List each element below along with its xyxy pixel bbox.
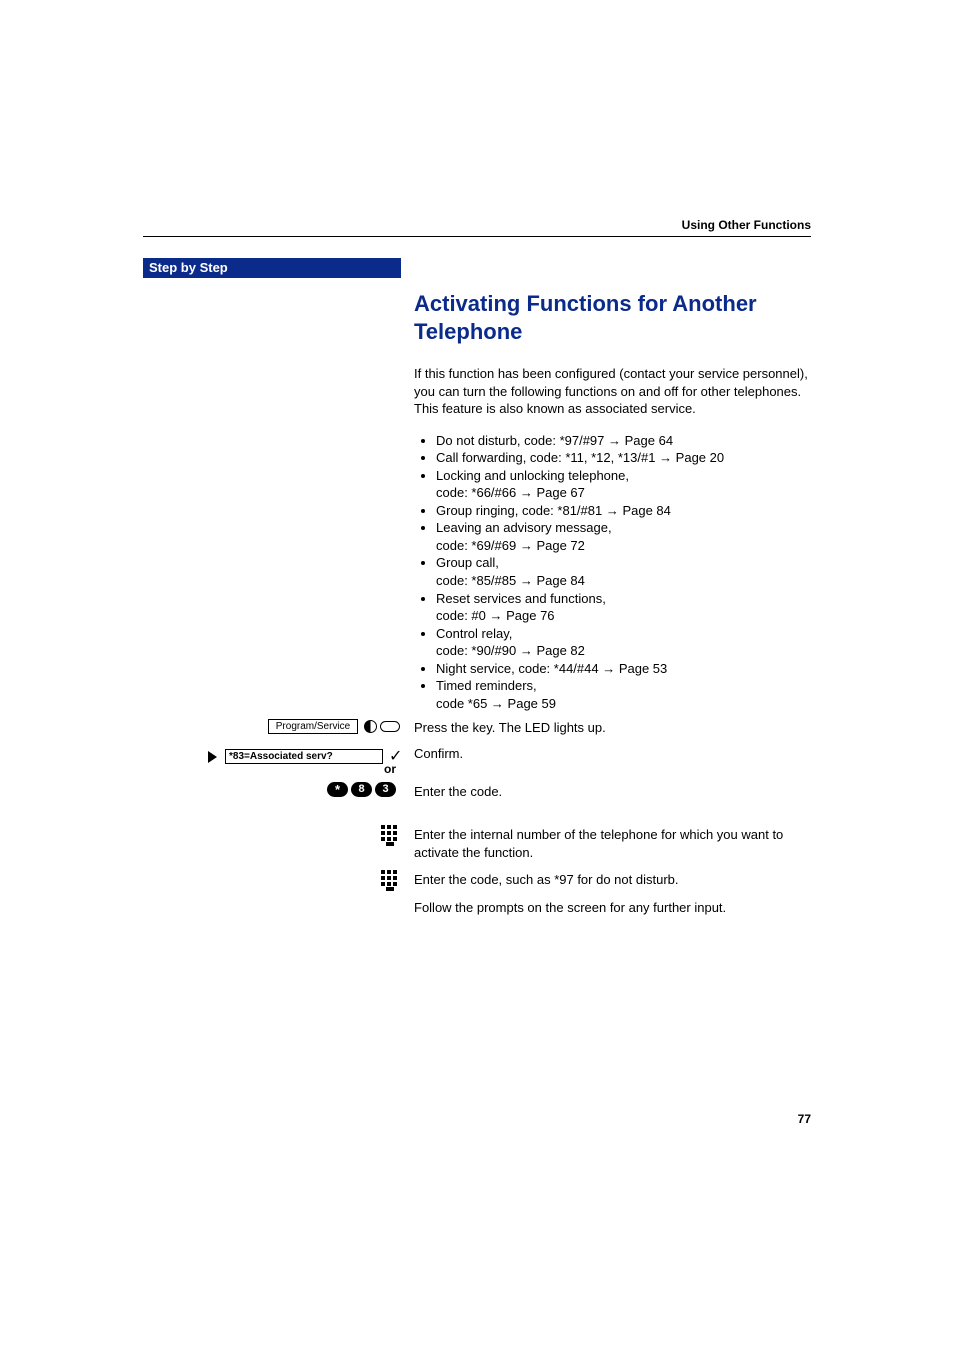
- list-item: Reset services and functions,code: #0 → …: [436, 590, 811, 625]
- section-title: Activating Functions for Another Telepho…: [414, 290, 811, 345]
- list-item: Group ringing, code: *81/#81 → Page 84: [436, 502, 811, 520]
- key-3: 3: [375, 782, 396, 797]
- or-label: or: [384, 762, 396, 776]
- page: Using Other Functions Step by Step Activ…: [0, 0, 954, 1351]
- led-icon: [364, 720, 377, 733]
- program-service-key-label: Program/Service: [268, 719, 358, 734]
- code-keys: * 8 3: [327, 782, 396, 797]
- menu-arrow-icon: [208, 751, 217, 763]
- main-content: Activating Functions for Another Telepho…: [414, 290, 811, 726]
- list-item: Leaving an advisory message,code: *69/#6…: [436, 519, 811, 554]
- feature-list: Do not disturb, code: *97/#97 → Page 64 …: [414, 432, 811, 713]
- list-item: Night service, code: *44/#44 → Page 53: [436, 660, 811, 678]
- step-enter-internal-number: Enter the internal number of the telepho…: [414, 826, 811, 861]
- keypad-icon: [381, 825, 399, 843]
- list-item: Call forwarding, code: *11, *12, *13/#1 …: [436, 449, 811, 467]
- step-follow-prompts: Follow the prompts on the screen for any…: [414, 900, 811, 915]
- key-star: *: [327, 782, 348, 797]
- key-8: 8: [351, 782, 372, 797]
- list-item: Timed reminders,code *65 → Page 59: [436, 677, 811, 712]
- step-confirm: Confirm.: [414, 746, 811, 761]
- step-press-key: Press the key. The LED lights up.: [414, 720, 811, 735]
- sidebar-step-by-step: Step by Step: [143, 258, 401, 278]
- step-enter-code: Enter the code.: [414, 784, 811, 799]
- key-icon: [380, 721, 400, 732]
- list-item: Control relay,code: *90/#90 → Page 82: [436, 625, 811, 660]
- page-number: 77: [798, 1112, 811, 1126]
- list-item: Locking and unlocking telephone,code: *6…: [436, 467, 811, 502]
- running-header: Using Other Functions: [682, 218, 811, 232]
- keypad-icon: [381, 870, 399, 888]
- list-item: Group call,code: *85/#85 → Page 84: [436, 554, 811, 589]
- associated-service-display: *83=Associated serv?: [225, 749, 383, 764]
- intro-paragraph: If this function has been configured (co…: [414, 365, 811, 418]
- program-service-key-icons: [364, 720, 400, 733]
- list-item: Do not disturb, code: *97/#97 → Page 64: [436, 432, 811, 450]
- associated-service-row: *83=Associated serv? ✓: [208, 746, 402, 766]
- step-enter-feature-code: Enter the code, such as *97 for do not d…: [414, 872, 811, 887]
- header-rule: [143, 236, 811, 237]
